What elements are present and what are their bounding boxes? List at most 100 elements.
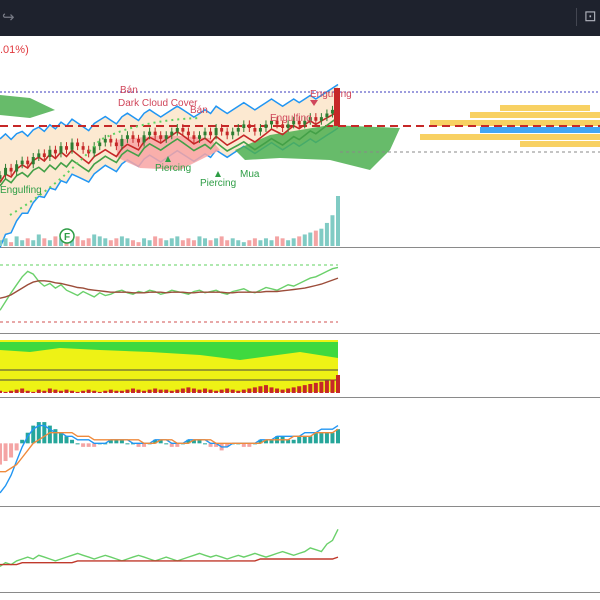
volume-badge-label: F: [64, 232, 70, 243]
trend-bar: [197, 389, 202, 393]
volume-bar: [219, 236, 224, 246]
trend-bar: [114, 390, 119, 393]
candle-body: [186, 131, 190, 136]
trend-bar: [125, 389, 130, 393]
volume-profile-bar: [470, 112, 600, 118]
trend-bar: [42, 390, 47, 393]
trend-bar: [70, 390, 75, 393]
pattern-label: Piercing: [200, 178, 236, 189]
volume-bar: [14, 236, 19, 246]
pattern-label: Mua: [240, 169, 260, 180]
candle-body: [26, 160, 30, 165]
trend-bar: [286, 388, 291, 393]
candle-body: [0, 175, 2, 179]
trend-bar: [92, 390, 97, 393]
trend-bar: [25, 390, 30, 393]
candle-body: [236, 128, 240, 132]
trend-bar: [191, 388, 196, 393]
trend-bar: [75, 391, 80, 393]
trend-bar: [269, 387, 274, 393]
candle-body: [170, 131, 174, 136]
trend-bar: [258, 386, 263, 393]
macd-histogram-bar: [302, 436, 307, 444]
candle-body: [103, 138, 107, 143]
trend-bar: [219, 389, 224, 393]
volume-bar: [142, 238, 147, 246]
trend-bar: [14, 389, 19, 393]
pattern-label: Engulfing: [270, 113, 312, 124]
macd-histogram-bar: [81, 443, 86, 447]
macd-histogram-bar: [70, 439, 75, 444]
volume-bar: [147, 240, 152, 246]
volume-bar: [103, 238, 108, 246]
volume-bar: [25, 238, 30, 246]
candle-body: [64, 146, 68, 150]
trend-bar: [336, 375, 340, 393]
volume-bar: [81, 240, 86, 246]
volume-bar: [297, 236, 302, 246]
trend-bar: [313, 382, 318, 393]
trend-bar: [31, 391, 36, 393]
volume-bar: [9, 242, 14, 246]
candle-body: [214, 128, 218, 136]
candle-body: [153, 131, 157, 136]
macd-histogram-bar: [9, 443, 14, 458]
candle-body: [131, 135, 135, 139]
trend-bar: [142, 390, 147, 393]
candle-body: [31, 157, 35, 165]
trend-bar: [130, 388, 135, 393]
macd-histogram-bar: [203, 443, 208, 445]
trend-bar: [214, 390, 219, 393]
macd-histogram-bar: [291, 439, 296, 444]
volume-bar: [47, 240, 52, 246]
macd-histogram-bar: [164, 443, 169, 445]
volume-bar: [108, 240, 113, 246]
volume-bar: [269, 240, 274, 246]
volume-bar: [291, 238, 296, 246]
trend-bar: [97, 391, 102, 393]
trend-bar: [119, 390, 124, 393]
macd-histogram-bar: [3, 443, 8, 462]
trend-bar: [158, 389, 163, 393]
volume-bar: [114, 238, 119, 246]
candle-body: [181, 128, 185, 132]
candle-body: [15, 164, 19, 172]
candle-body: [231, 131, 235, 136]
trend-bar: [64, 389, 69, 393]
candle-body: [197, 135, 201, 139]
candle-body: [159, 135, 163, 139]
macd-histogram-bar: [86, 443, 91, 447]
volume-bar: [230, 238, 235, 246]
candle-body: [258, 128, 262, 132]
rsi-series-green: [0, 266, 339, 311]
last-candle-bar: [334, 88, 340, 126]
volume-bar: [197, 236, 202, 246]
trend-bar: [203, 388, 208, 393]
volume-bar: [97, 236, 102, 246]
volume-bar: [203, 238, 208, 246]
candle-body: [114, 142, 118, 147]
volume-bar: [136, 242, 141, 246]
trend-bar: [164, 389, 169, 393]
trend-bar: [53, 389, 58, 393]
trend-bar: [263, 385, 268, 393]
volume-bar: [319, 228, 324, 246]
volume-bar: [158, 238, 163, 246]
volume-bar: [280, 238, 285, 246]
volume-bar: [275, 236, 280, 246]
chart-canvas[interactable]: BánBánDark Cloud CoverEngulfingEngulfing…: [0, 0, 600, 600]
trend-bar: [252, 387, 257, 393]
trend-bar: [9, 390, 14, 393]
volume-bar: [313, 230, 318, 246]
volume-bar: [186, 238, 191, 246]
candle-body: [281, 124, 285, 128]
volume-bar: [191, 240, 196, 246]
pattern-label: Piercing: [155, 163, 191, 174]
candle-body: [109, 138, 113, 143]
candle-body: [37, 153, 41, 157]
candle-body: [42, 153, 46, 157]
candle-body: [203, 131, 207, 136]
volume-bar: [330, 215, 335, 246]
volume-bar: [263, 238, 268, 246]
volume-bar: [119, 236, 124, 246]
